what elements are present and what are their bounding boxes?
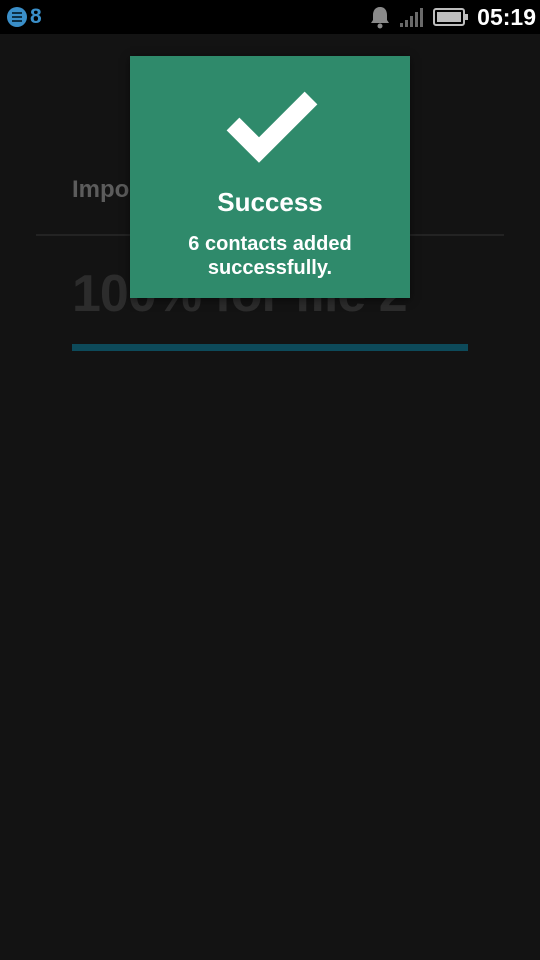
- toast-message: 6 contacts added successfully.: [188, 233, 352, 279]
- success-toast[interactable]: Success 6 contacts added successfully.: [130, 56, 410, 298]
- notification-count: 8: [30, 5, 42, 28]
- bell-icon: [371, 7, 390, 29]
- progress-bar-fill: [72, 344, 468, 351]
- checkmark-icon: [226, 91, 318, 163]
- status-bar: 8 05:19: [0, 0, 540, 34]
- clock: 05:19: [477, 4, 536, 30]
- import-heading: Impo: [72, 176, 130, 203]
- notification-list-icon: [7, 7, 27, 27]
- toast-title: Success: [217, 187, 323, 217]
- status-bar-left[interactable]: 8: [7, 5, 42, 29]
- battery-icon: [433, 8, 469, 26]
- status-bar-right: 05:19: [369, 4, 536, 30]
- signal-icon: [400, 8, 424, 27]
- progress-bar: [72, 344, 468, 351]
